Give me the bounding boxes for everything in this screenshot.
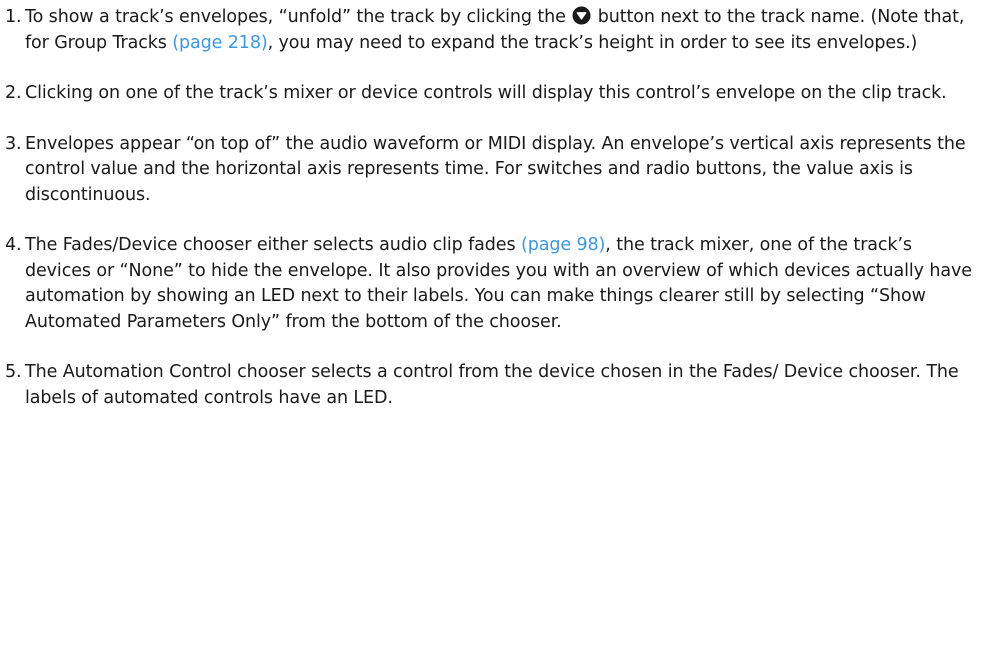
list-item-4: 4. The Fades/Device chooser either selec… <box>5 233 975 335</box>
list-item-3: 3. Envelopes appear “on top of” the audi… <box>5 132 975 209</box>
item-text-part: The Fades/Device chooser either selects … <box>25 235 521 255</box>
item-text: Clicking on one of the track’s mixer or … <box>25 83 947 103</box>
item-number: 1. <box>5 7 22 27</box>
item-text-part: To show a track’s envelopes, “unfold” th… <box>25 7 566 27</box>
page-link-218[interactable]: (page 218) <box>172 33 267 53</box>
page-link-98[interactable]: (page 98) <box>521 235 605 255</box>
item-text-part: , you may need to expand the track’s hei… <box>267 32 918 53</box>
item-text: The Automation Control chooser selects a… <box>25 362 959 408</box>
item-number: 5. <box>5 362 22 382</box>
instruction-list: 1. To show a track’s envelopes, “unfold”… <box>5 5 975 411</box>
item-number: 4. <box>5 235 22 255</box>
item-text: Envelopes appear “on top of” the audio w… <box>25 133 966 205</box>
item-number: 2. <box>5 83 22 103</box>
list-item-2: 2. Clicking on one of the track’s mixer … <box>5 81 975 107</box>
item-number: 3. <box>5 133 22 154</box>
unfold-triangle-icon <box>572 6 591 25</box>
list-item-5: 5. The Automation Control chooser select… <box>5 360 975 411</box>
list-item-1: 1. To show a track’s envelopes, “unfold”… <box>5 5 975 56</box>
